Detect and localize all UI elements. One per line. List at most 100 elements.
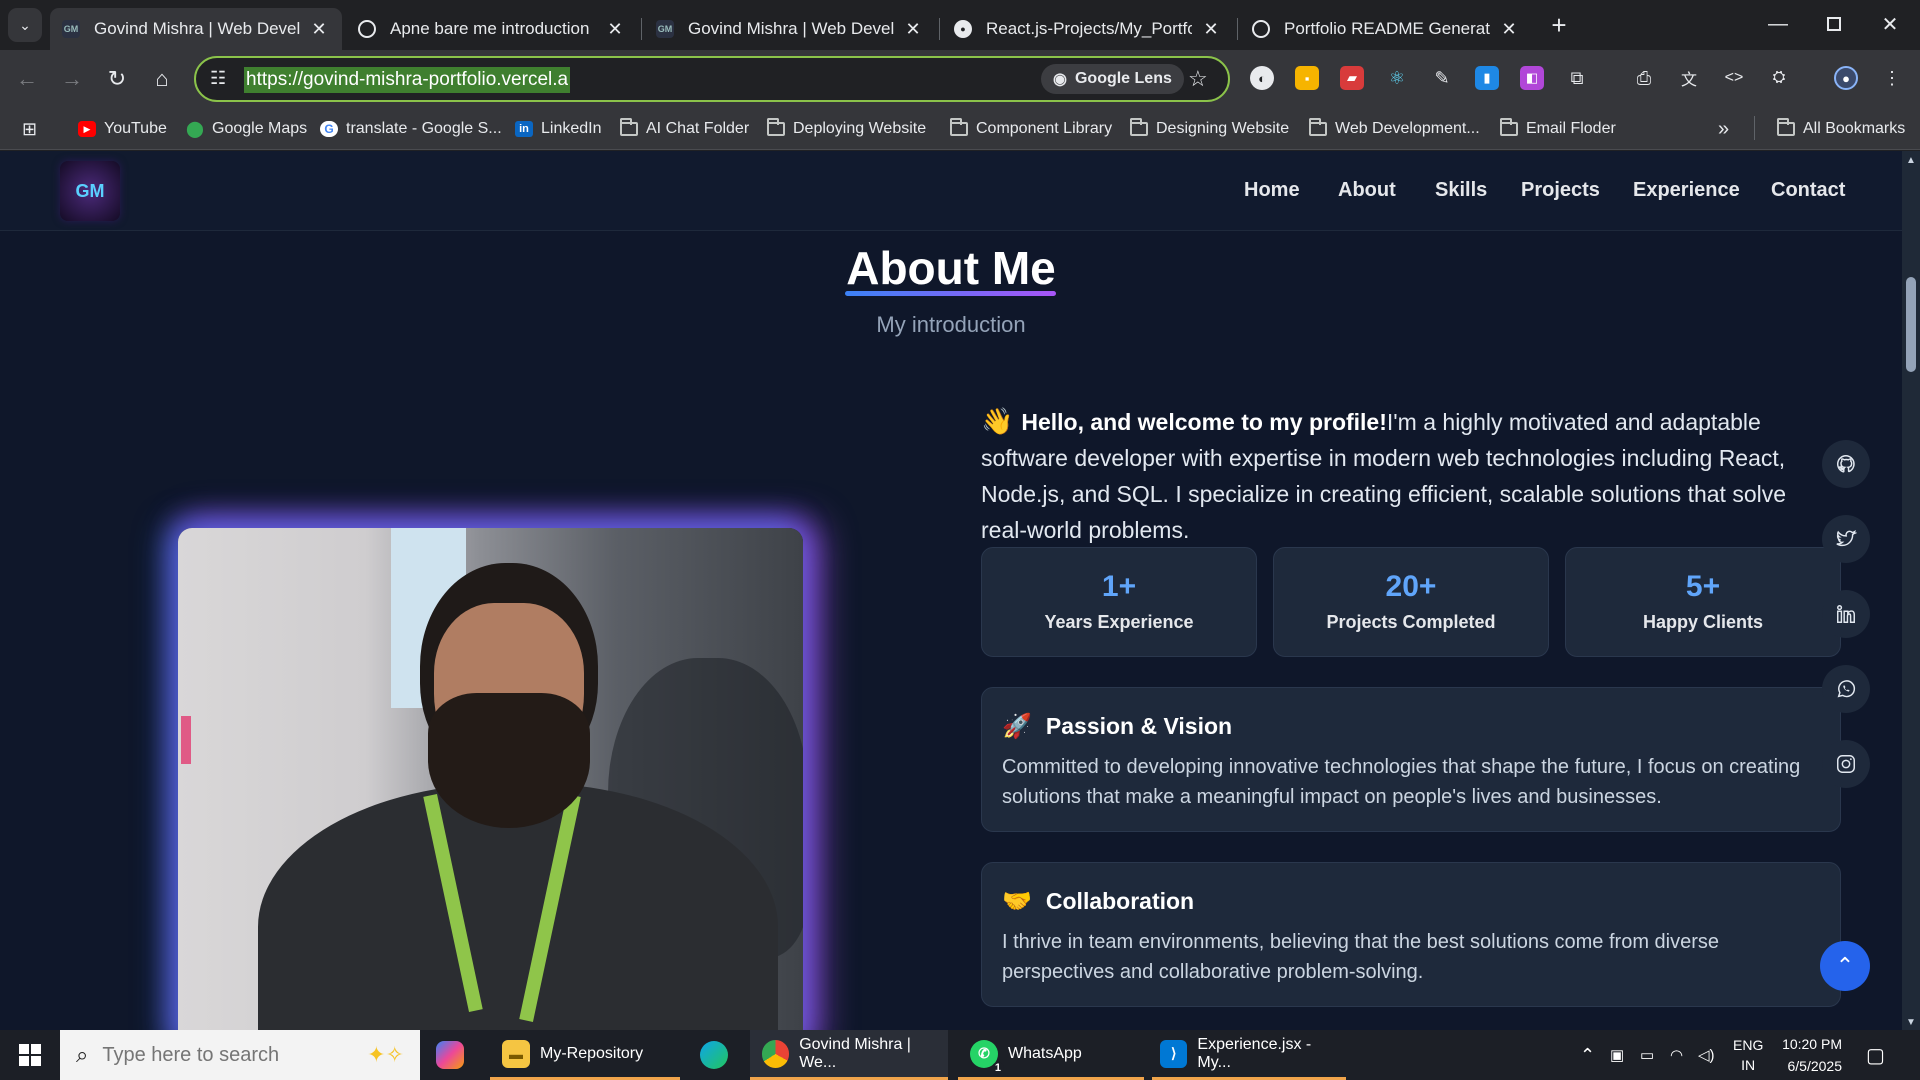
bookmark-translate[interactable]: Gtranslate - Google S...: [320, 116, 502, 142]
volume-icon[interactable]: ◁): [1698, 1030, 1715, 1080]
bookmark-star-icon[interactable]: ☆: [1188, 66, 1208, 92]
bookmark-web-development[interactable]: Web Development...: [1309, 116, 1480, 142]
bookmark-email-floder[interactable]: Email Floder: [1500, 116, 1616, 142]
bookmark-deploying-website[interactable]: Deploying Website: [767, 116, 926, 142]
extension-3-icon[interactable]: ▮: [1475, 66, 1499, 90]
incognito-icon[interactable]: ⛭: [1767, 66, 1791, 90]
print-icon[interactable]: ⎙: [1632, 66, 1656, 90]
profile-photo: [178, 528, 803, 1030]
linkedin-icon: [1837, 605, 1855, 623]
scrollbar-thumb[interactable]: [1906, 277, 1916, 372]
linkedin-social-link[interactable]: [1822, 590, 1870, 638]
show-hidden-icons-button[interactable]: ⌃: [1580, 1030, 1595, 1080]
tab-search-dropdown[interactable]: ⌄: [8, 8, 42, 42]
home-button[interactable]: ⌂: [145, 62, 179, 96]
tab-github-portfolio[interactable]: ● React.js-Projects/My_Portfolio at ✕: [942, 8, 1234, 50]
nav-projects[interactable]: Projects: [1521, 179, 1600, 202]
taskbar-app-edge[interactable]: [700, 1030, 728, 1080]
taskbar-app-whatsapp[interactable]: ✆ 1 WhatsApp: [958, 1030, 1144, 1080]
page-scrollbar[interactable]: ▲ ▼: [1902, 151, 1920, 1030]
chatgpt-icon: [1252, 20, 1270, 38]
extension-4-icon[interactable]: ◧: [1520, 66, 1544, 90]
start-button[interactable]: [0, 1030, 60, 1080]
all-bookmarks-button[interactable]: All Bookmarks: [1777, 116, 1905, 142]
address-bar[interactable]: ☷ ◉Google Lens ☆: [194, 56, 1230, 102]
bookmark-ai-chat-folder[interactable]: AI Chat Folder: [620, 116, 749, 142]
gm-icon: GM: [62, 20, 80, 38]
taskbar-app-file-explorer[interactable]: ▬ My-Repository: [490, 1030, 680, 1080]
handshake-emoji-icon: 🤝: [1002, 888, 1032, 915]
site-info-icon[interactable]: ☷: [210, 68, 226, 89]
translate-icon[interactable]: 文: [1677, 66, 1701, 90]
twitter-social-link[interactable]: [1822, 515, 1870, 563]
profile-avatar[interactable]: ●: [1834, 66, 1858, 90]
bookmark-youtube[interactable]: ▶ YouTube: [78, 116, 167, 142]
restore-button[interactable]: [1806, 0, 1862, 48]
apps-grid-icon[interactable]: ⊞: [22, 116, 37, 142]
language-indicator[interactable]: ENG IN: [1733, 1030, 1763, 1080]
react-devtools-icon[interactable]: ⚛: [1385, 66, 1409, 90]
color-picker-icon[interactable]: ✎: [1430, 66, 1454, 90]
taskbar-search-input[interactable]: [102, 1043, 303, 1067]
nav-about[interactable]: About: [1338, 179, 1396, 202]
nav-contact[interactable]: Contact: [1771, 179, 1845, 202]
photo-wall-note: [181, 716, 191, 764]
nav-experience[interactable]: Experience: [1633, 179, 1740, 202]
chevron-down-icon: ⌄: [19, 16, 31, 33]
search-icon: ⌕: [76, 1042, 89, 1067]
close-tab-icon[interactable]: ✕: [604, 19, 626, 40]
close-tab-icon[interactable]: ✕: [1200, 19, 1222, 40]
reload-button[interactable]: ↻: [100, 62, 134, 96]
taskbar-app-chrome[interactable]: Govind Mishra | We...: [750, 1030, 948, 1080]
back-button[interactable]: ←: [10, 62, 44, 96]
title-underline: [845, 291, 1056, 296]
tab-govind-mishra-1[interactable]: GM Govind Mishra | Web Developer ✕: [50, 8, 342, 50]
tab-apne-bare[interactable]: Apne bare me introduction ✕: [346, 8, 638, 50]
new-tab-button[interactable]: +: [1542, 8, 1576, 42]
close-tab-icon[interactable]: ✕: [1498, 19, 1520, 40]
tab-govind-mishra-2[interactable]: GM Govind Mishra | Web Developer ✕: [644, 8, 936, 50]
google-lens-button[interactable]: ◉ Google Lens: [1041, 64, 1184, 94]
meet-now-icon[interactable]: ▣: [1610, 1030, 1624, 1080]
nav-skills[interactable]: Skills: [1435, 179, 1487, 202]
extension-2-icon[interactable]: ▰: [1340, 66, 1364, 90]
scroll-down-arrow-icon[interactable]: ▼: [1906, 1017, 1916, 1028]
close-tab-icon[interactable]: ✕: [308, 19, 330, 40]
url-input[interactable]: [244, 67, 570, 93]
battery-icon[interactable]: ▭: [1640, 1030, 1654, 1080]
extension-1-icon[interactable]: ◐: [1250, 66, 1274, 90]
copilot-button[interactable]: [436, 1030, 464, 1080]
bookmark-google-maps[interactable]: ⬤ Google Maps: [186, 116, 307, 142]
taskbar-app-vscode[interactable]: ⟩ Experience.jsx - My...: [1152, 1030, 1346, 1080]
forward-button[interactable]: →: [55, 62, 89, 96]
github-icon: [1837, 455, 1855, 473]
clock[interactable]: 10:20 PM 6/5/2025: [1780, 1030, 1842, 1080]
scroll-to-top-button[interactable]: ⌃: [1820, 941, 1870, 991]
bookmark-designing-website[interactable]: Designing Website: [1130, 116, 1289, 142]
extension-keep-icon[interactable]: ▪: [1295, 66, 1319, 90]
card-title: Collaboration: [1045, 888, 1195, 914]
more-bookmarks-button[interactable]: »: [1718, 116, 1729, 142]
taskbar-search[interactable]: ⌕ ✦✧: [60, 1030, 420, 1080]
github-social-link[interactable]: [1822, 440, 1870, 488]
bookmark-component-library[interactable]: Component Library: [950, 116, 1112, 142]
tab-readme-generator[interactable]: Portfolio README Generator ✕: [1240, 8, 1532, 50]
nav-home[interactable]: Home: [1244, 179, 1300, 202]
menu-kebab-icon[interactable]: ⋮: [1880, 66, 1904, 90]
windows-taskbar: ⌕ ✦✧ ▬My-Repository Govind Mishra | We..…: [0, 1030, 1920, 1080]
gm-icon: GM: [656, 20, 674, 38]
scroll-up-arrow-icon[interactable]: ▲: [1906, 155, 1916, 166]
site-logo[interactable]: GM: [60, 161, 120, 221]
wifi-icon[interactable]: ◠: [1670, 1030, 1683, 1080]
bookmark-linkedin[interactable]: in LinkedIn: [515, 116, 602, 142]
whatsapp-social-link[interactable]: [1822, 665, 1870, 713]
collaboration-card: 🤝 Collaboration I thrive in team environm…: [981, 862, 1841, 1007]
extensions-puzzle-icon[interactable]: ⧉: [1565, 66, 1589, 90]
notifications-icon[interactable]: ▢: [1866, 1030, 1885, 1080]
intro-paragraph: 👋 Hello, and welcome to my profile!I'm a …: [981, 403, 1831, 548]
instagram-social-link[interactable]: [1822, 740, 1870, 788]
code-icon[interactable]: <>: [1722, 66, 1746, 90]
close-tab-icon[interactable]: ✕: [902, 19, 924, 40]
minimize-button[interactable]: —: [1750, 0, 1806, 48]
close-window-button[interactable]: ✕: [1862, 0, 1918, 48]
